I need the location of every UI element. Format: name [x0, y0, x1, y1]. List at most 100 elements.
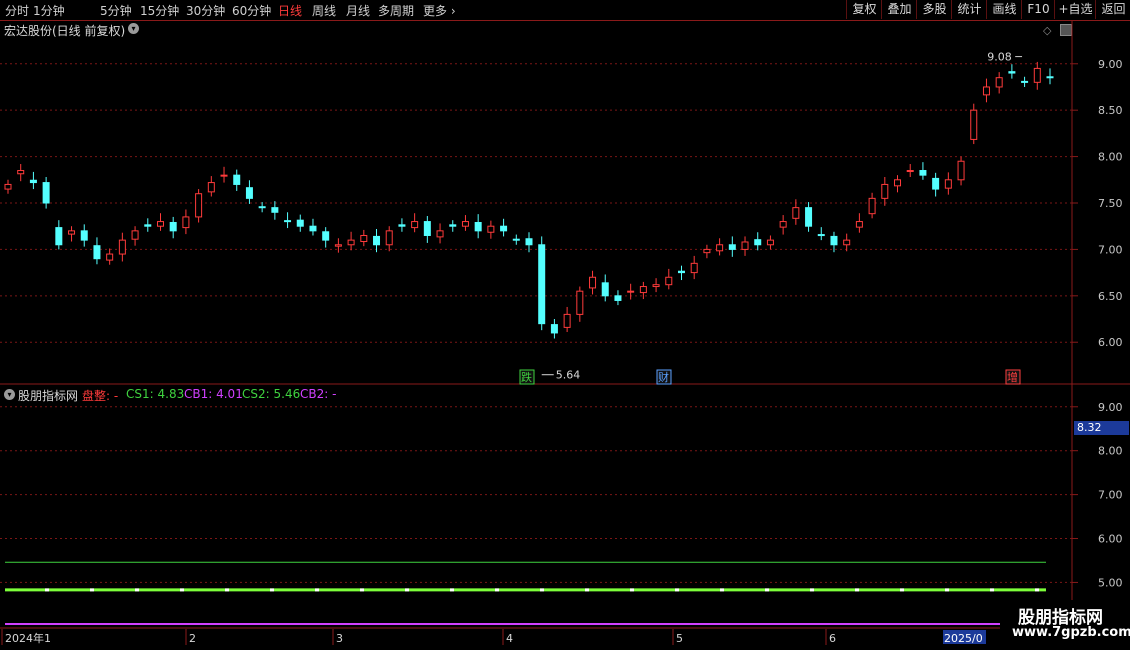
period-tab-10[interactable]: 更多 ›: [423, 2, 456, 19]
period-tab-1[interactable]: 1分钟: [33, 2, 65, 19]
y-tick-label: 9.00: [1098, 58, 1123, 71]
period-tab-3[interactable]: 15分钟: [140, 2, 179, 19]
cs1-dot: [990, 588, 994, 592]
chevron-down-icon[interactable]: ▾: [4, 389, 15, 400]
cs1-dot: [1035, 588, 1039, 592]
candle-body: [881, 183, 889, 199]
cs1-dot: [315, 588, 319, 592]
period-tab-8[interactable]: 月线: [346, 2, 370, 19]
period-tab-9[interactable]: 多周期: [378, 2, 414, 19]
watermark: 股朋指标网 www.7gpzb.com: [1000, 600, 1130, 646]
y-tick-label: 7.00: [1098, 489, 1123, 502]
candle-body: [271, 207, 279, 213]
cs1-dot: [585, 588, 589, 592]
period-tab-4[interactable]: 30分钟: [186, 2, 225, 19]
high-price-label: 9.08 ─: [987, 50, 1022, 63]
candle-body: [144, 224, 152, 227]
candle-body: [68, 230, 76, 235]
candle-body: [512, 238, 520, 241]
toolbar-button-1[interactable]: 叠加: [881, 0, 917, 19]
candle-body: [817, 234, 825, 237]
candle-body: [716, 244, 724, 252]
candle-body: [779, 221, 787, 228]
candle-body: [1033, 67, 1041, 83]
toolbar-button-2[interactable]: 多股: [916, 0, 952, 19]
cs1-dot: [630, 588, 634, 592]
candle-body: [982, 86, 990, 96]
candle-body: [855, 221, 863, 228]
period-tab-5[interactable]: 60分钟: [232, 2, 271, 19]
candle-body: [4, 183, 12, 190]
candle-body: [614, 295, 622, 301]
candle-body: [245, 187, 253, 199]
period-tab-7[interactable]: 周线: [312, 2, 336, 19]
cs1-dot: [360, 588, 364, 592]
cs1-dot: [180, 588, 184, 592]
candle-body: [373, 235, 381, 246]
candle-body: [29, 179, 37, 184]
date-label: 2024年1: [5, 631, 51, 645]
candle-body: [17, 170, 25, 175]
toolbar-button-4[interactable]: 画线: [986, 0, 1022, 19]
candle-body: [500, 225, 508, 232]
candle-body: [334, 244, 342, 247]
candle-body: [182, 216, 190, 229]
candle-body: [1008, 71, 1016, 74]
candle-body: [957, 160, 965, 181]
cs1-dot: [540, 588, 544, 592]
cs1-dot: [135, 588, 139, 592]
toolbar-button-7[interactable]: 返回: [1095, 0, 1130, 19]
candle-body: [55, 227, 63, 246]
y-tick-label: 8.00: [1098, 445, 1123, 458]
candle-body: [919, 170, 927, 176]
candle-body: [894, 179, 902, 187]
candle-body: [576, 290, 584, 315]
event-marker: 财: [658, 370, 669, 384]
y-tick-label: 7.00: [1098, 243, 1123, 256]
candle-body: [347, 239, 355, 246]
toolbar-button-3[interactable]: 统计: [951, 0, 987, 19]
candle-body: [360, 234, 368, 243]
toolbar-button-6[interactable]: +自选: [1054, 0, 1096, 19]
candle-body: [995, 77, 1003, 88]
toolbar-button-0[interactable]: 复权: [846, 0, 882, 19]
period-tab-0[interactable]: 分时: [5, 2, 29, 19]
candle-body: [589, 276, 597, 289]
candle-body: [906, 170, 914, 173]
candle-body: [207, 182, 215, 193]
candle-body: [423, 221, 431, 236]
candle-body: [322, 231, 330, 241]
candle-body: [411, 221, 419, 229]
cs1-dot: [405, 588, 409, 592]
toolbar-button-5[interactable]: F10: [1021, 0, 1055, 19]
indicator-item-0: 盘整: -: [82, 389, 119, 403]
cs1-dot: [270, 588, 274, 592]
period-tab-6[interactable]: 日线: [278, 2, 302, 19]
indicator-name: 股朋指标网: [18, 389, 79, 403]
candle-body: [131, 230, 139, 240]
candle-body: [741, 241, 749, 250]
candle-body: [156, 221, 164, 227]
cs1-dot: [675, 588, 679, 592]
candle-body: [728, 244, 736, 250]
period-tab-2[interactable]: 5分钟: [100, 2, 132, 19]
candle-body: [258, 206, 266, 209]
candle-body: [284, 220, 292, 223]
candle-body: [970, 109, 978, 140]
candle-body: [309, 225, 317, 232]
y-tick-label: 5.00: [1098, 576, 1123, 589]
candle-body: [398, 224, 406, 227]
cs1-dot: [45, 588, 49, 592]
cs1-dot: [450, 588, 454, 592]
event-marker: 增: [1007, 370, 1018, 384]
cs1-dot: [945, 588, 949, 592]
candle-body: [932, 177, 940, 190]
candle-body: [652, 284, 660, 288]
candle-body: [766, 239, 774, 246]
cs1-dot: [855, 588, 859, 592]
candle-body: [385, 230, 393, 246]
indicator-item-1: CS1: 4.83: [126, 387, 185, 401]
y-tick-label: 6.50: [1098, 290, 1123, 303]
candle-body: [754, 239, 762, 246]
cs1-dot: [900, 588, 904, 592]
